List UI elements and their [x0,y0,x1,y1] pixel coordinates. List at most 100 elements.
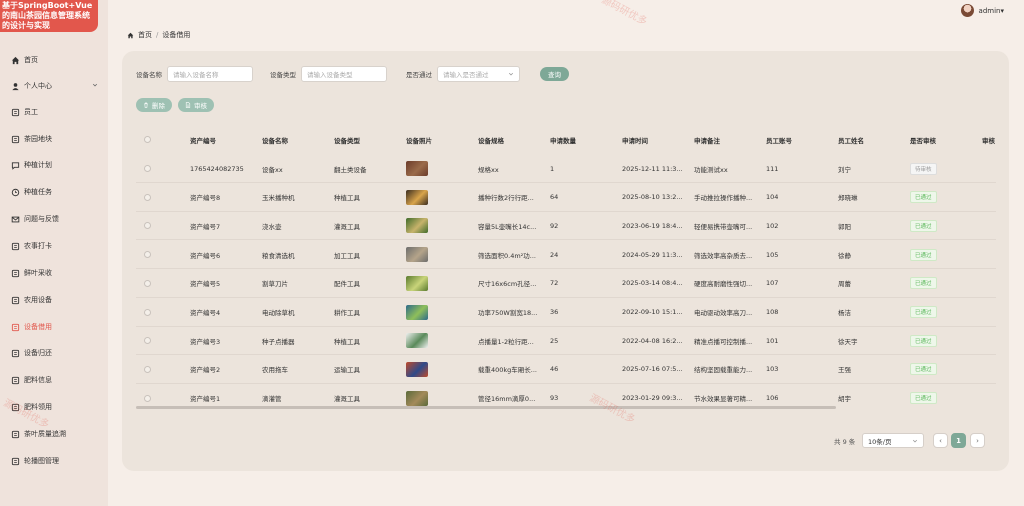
clock-icon [10,187,20,197]
device-photo[interactable] [406,355,428,384]
plot-icon [10,134,20,144]
device-photo[interactable] [406,298,428,327]
pass-select[interactable]: 请输入是否通过 [437,66,520,82]
row-checkbox[interactable] [144,298,151,327]
delete-button[interactable]: 删除 [136,98,172,112]
select-all-checkbox[interactable] [144,125,151,154]
row-checkbox[interactable] [144,240,151,269]
next-page-button[interactable]: › [970,433,985,448]
checkbox-circle [144,365,151,373]
home-icon [127,32,134,38]
table-row[interactable]: 资产编号5 割草刀片 配件工具 尺寸16x6cm孔径... 72 2025-03-14 0… [136,269,996,298]
device-photo-thumbnail [406,304,428,320]
sidebar-item-label: 鲜叶采收 [24,269,52,277]
device-photo[interactable] [406,240,428,269]
sidebar-item-11[interactable]: 设备归还 [0,342,108,364]
sidebar-item-label: 肥料领用 [24,403,52,411]
device-photo-thumbnail [406,275,428,291]
cell-asset: 资产编号4 [190,309,221,317]
sidebar-item-label: 设备借用 [24,323,52,331]
cell-note: 电动驱动效率高刀... [694,309,753,317]
cell-note: 功能测试xx [694,165,728,174]
device-photo[interactable] [406,326,428,355]
status-badge: 待审核 [910,162,937,175]
table-row[interactable]: 资产编号6 粮食清选机 加工工具 筛选面积0.4m²功... 24 2024-05-29 … [136,240,996,270]
row-checkbox[interactable] [144,183,151,212]
sidebar-item-6[interactable]: 问题与反馈 [0,208,108,230]
sidebar-item-9[interactable]: 农用设备 [0,289,108,311]
table-row[interactable]: 资产编号4 电动除草机 耕作工具 功率750W割宽18... 36 2022-09-10 … [136,298,996,327]
sidebar-item-5[interactable]: 种植任务 [0,181,108,203]
horizontal-scrollbar[interactable] [136,406,836,409]
employee-icon [10,107,20,117]
page-size-select[interactable]: 10条/页 [862,433,924,448]
sidebar-item-4[interactable]: 种植计划 [0,154,108,176]
sidebar-item-8[interactable]: 鲜叶采收 [0,262,108,284]
cell-spec: 功率750W割宽18... [478,309,538,317]
row-checkbox[interactable] [144,269,151,298]
sidebar-item-10[interactable]: 设备借用 [0,316,108,338]
checkbox-circle [144,136,151,143]
table-row[interactable]: 资产编号2 农用拖车 运输工具 载重400kg车厢长... 46 2025-07-16 0… [136,355,996,384]
filter-pass: 是否通过 请输入是否通过 [406,66,520,82]
table-row[interactable]: 1765424082735 设备xx 翻土类设备 规格xx 1 2025-12-11 11… [136,154,996,183]
cell-spec: 点播量1-2粒行距... [478,337,534,346]
review-button[interactable]: 审核 [178,98,214,112]
query-button[interactable]: 查询 [540,67,569,81]
cell-staff: 胡宇 [838,395,851,404]
cell-time: 2025-12-11 11:3... [622,164,683,173]
device-name-input[interactable]: 请输入设备名称 [167,66,253,82]
document-icon [185,102,191,108]
row-checkbox[interactable] [144,154,151,183]
user-menu[interactable]: admin ▾ [960,4,1004,17]
sidebar: 基于SpringBoot+Vue 的南山茶园信息管理系统 的设计与实现 首页 个人… [0,0,108,506]
breadcrumb-home[interactable]: 首页 [138,30,152,40]
sidebar-item-15[interactable]: 轮播图管理 [0,450,108,472]
row-checkbox[interactable] [144,355,151,384]
avatar [960,4,974,17]
table-row[interactable]: 资产编号7 浇水壶 灌溉工具 容量5L壶嘴长14c... 92 2023-06-19 18… [136,211,996,241]
page-1-button[interactable]: 1 [951,433,966,448]
device-photo[interactable] [406,269,428,298]
username: admin [978,6,1001,15]
cell-qty: 46 [550,365,559,374]
status-badge: 已通过 [910,363,937,376]
table-row[interactable]: 资产编号8 玉米播种机 种植工具 播种行数2行行距... 64 2025-08-10 13… [136,183,996,212]
device-type-input[interactable]: 请输入设备类型 [301,66,387,82]
checkbox-circle [144,251,151,259]
cell-time: 2025-08-10 13:2... [622,193,683,202]
cell-type: 翻土类设备 [334,165,367,174]
trash-icon [144,102,148,108]
sidebar-item-13[interactable]: 肥料领用 [0,396,108,418]
sidebar-item-1[interactable]: 个人中心 [0,75,108,97]
row-checkbox[interactable] [144,326,151,355]
cell-note: 精准点播可控制播... [694,337,753,346]
row-checkbox[interactable] [144,211,151,240]
cell-spec: 容量5L壶嘴长14c... [478,222,537,231]
device-photo[interactable] [406,154,428,183]
sidebar-item-7[interactable]: 农事打卡 [0,235,108,257]
status-cell: 已通过 [910,384,937,409]
table-row[interactable]: 资产编号3 种子点播器 种植工具 点播量1-2粒行距... 25 2022-04-08 1… [136,326,996,356]
column-header: 申请数量 [550,136,576,145]
cell-type: 种植工具 [334,337,360,346]
cell-staff: 徐天宇 [838,337,858,346]
device-photo-thumbnail [406,161,428,176]
sidebar-item-14[interactable]: 茶叶质量追溯 [0,423,108,445]
device-photo[interactable] [406,183,428,212]
sidebar-item-3[interactable]: 茶园地块 [0,128,108,150]
breadcrumb: 首页 / 设备借用 [127,30,190,40]
page-size-label: 10条/页 [868,437,892,446]
review-label: 审核 [194,102,207,110]
sidebar-item-2[interactable]: 员工 [0,101,108,123]
device-photo[interactable] [406,211,428,240]
sidebar-item-label: 农事打卡 [24,242,52,250]
prev-page-button[interactable]: ‹ [933,433,948,448]
cell-spec: 载重400kg车厢长... [478,366,537,375]
sidebar-item-12[interactable]: 肥料信息 [0,369,108,391]
sidebar-item-0[interactable]: 首页 [0,49,108,71]
filter-type: 设备类型 请输入设备类型 [270,66,387,82]
cell-time: 2024-05-29 11:3... [622,250,683,259]
device-photo-thumbnail [406,333,428,349]
cell-time: 2025-07-16 07:5... [622,365,683,374]
